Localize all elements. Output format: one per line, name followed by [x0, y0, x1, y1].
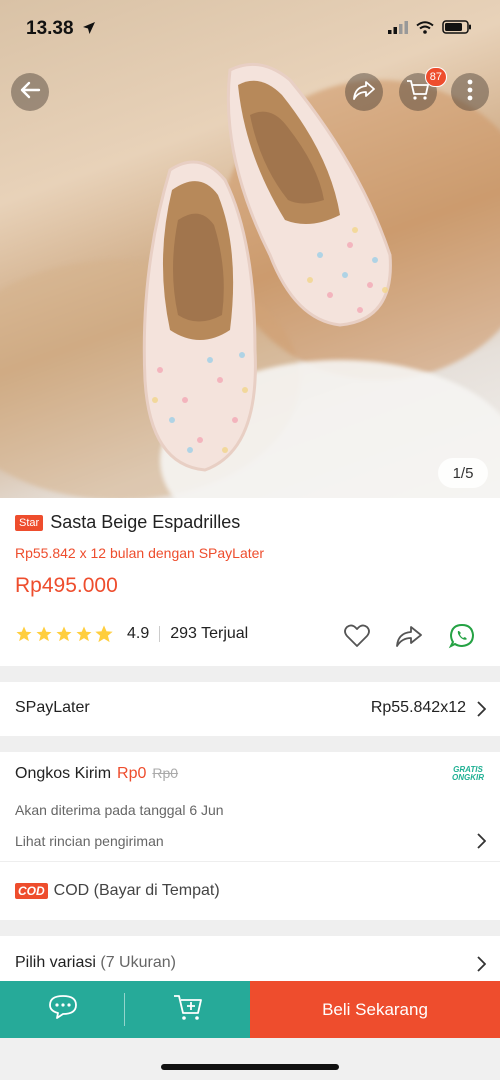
rating-value: 4.9 — [127, 625, 150, 642]
star-badge: Star — [15, 514, 44, 531]
back-button[interactable] — [11, 73, 49, 111]
paylater-installment-text: Rp55.842 x 12 bulan dengan SPayLater — [15, 545, 265, 561]
product-image[interactable]: 13.38 87 1/5 — [0, 0, 500, 498]
header-share-button[interactable] — [345, 73, 383, 111]
variation-count: (7 Ukuran) — [100, 954, 176, 971]
buy-now-button[interactable]: Beli Sekarang — [250, 981, 500, 1038]
spaylater-row[interactable]: SPayLater Rp55.842x12 — [0, 682, 500, 736]
product-page: 13.38 87 1/5 Star Sasta Beige Espadrille… — [0, 0, 500, 1080]
more-button[interactable] — [451, 73, 489, 111]
rating-divider — [159, 626, 161, 642]
chat-icon — [48, 994, 78, 1025]
home-indicator-area — [0, 1038, 500, 1080]
spaylater-value: Rp55.842x12 — [370, 699, 466, 716]
product-info-card: Star Sasta Beige Espadrilles Rp55.842 x … — [0, 498, 500, 666]
star-half-icon — [95, 625, 113, 643]
variation-label: Pilih variasi — [15, 954, 96, 971]
back-arrow-icon — [19, 79, 41, 106]
star-icon — [76, 626, 92, 642]
status-bar: 13.38 — [0, 0, 500, 56]
variation-row[interactable]: Pilih variasi (7 Ukuran) — [0, 936, 500, 986]
star-icon — [16, 626, 32, 642]
shipping-card: Ongkos Kirim Rp0 Rp0 GRATIS ONGKIR Akan … — [0, 752, 500, 920]
shipping-old-price: Rp0 — [152, 765, 179, 781]
share-icon — [353, 80, 375, 105]
add-to-cart-icon — [173, 993, 203, 1026]
chevron-right-icon[interactable] — [476, 833, 487, 854]
home-indicator[interactable] — [161, 1064, 339, 1070]
header-cart-button[interactable]: 87 — [399, 67, 447, 111]
ongkir-text: ONGKIR — [452, 773, 484, 782]
chevron-right-icon — [476, 956, 487, 977]
variation-label-row: Pilih variasi (7 Ukuran) — [15, 954, 176, 972]
more-vertical-icon — [467, 79, 473, 106]
shipping-detail-link[interactable]: Lihat rincian pengiriman — [15, 833, 164, 849]
cart-badge: 87 — [424, 67, 447, 87]
signal-icon — [388, 20, 408, 39]
cod-text: COD (Bayar di Tempat) — [53, 882, 220, 899]
star-icon — [56, 626, 72, 642]
battery-icon — [442, 20, 472, 39]
location-arrow-icon — [82, 21, 96, 40]
shipping-free-price: Rp0 — [117, 765, 147, 782]
sold-count: 293 Terjual — [170, 625, 249, 642]
chat-button[interactable] — [0, 981, 125, 1038]
bottom-action-bar: Beli Sekarang — [0, 981, 500, 1038]
product-actions — [344, 622, 476, 655]
star-icon — [36, 626, 52, 642]
divider — [0, 861, 500, 862]
heart-icon[interactable] — [344, 624, 370, 653]
share-icon[interactable] — [396, 625, 422, 652]
status-icons — [388, 20, 472, 39]
status-time: 13.38 — [26, 18, 74, 39]
shipping-title: Ongkos Kirim — [15, 765, 112, 782]
add-to-cart-button[interactable] — [125, 981, 250, 1038]
cod-badge: COD — [15, 883, 48, 899]
product-price: Rp495.000 — [15, 574, 118, 597]
rating-stars — [15, 625, 113, 643]
shipping-title-row: Ongkos Kirim Rp0 Rp0 — [15, 765, 178, 783]
cod-row: COD COD (Bayar di Tempat) — [15, 882, 220, 900]
gratis-ongkir-logo: GRATIS ONGKIR — [452, 766, 484, 782]
bottom-left-group — [0, 981, 250, 1038]
rating-row[interactable]: 4.9 293 Terjual — [15, 625, 248, 643]
wifi-icon — [416, 20, 434, 39]
delivery-date-text: Akan diterima pada tanggal 6 Jun — [15, 802, 224, 818]
bottom-divider — [124, 993, 125, 1026]
spaylater-label: SPayLater — [15, 699, 90, 716]
title-row: Star Sasta Beige Espadrilles — [15, 512, 240, 533]
image-counter: 1/5 — [438, 458, 488, 488]
chevron-right-icon — [476, 701, 487, 722]
product-title: Sasta Beige Espadrilles — [50, 512, 241, 532]
whatsapp-icon[interactable] — [448, 622, 476, 655]
